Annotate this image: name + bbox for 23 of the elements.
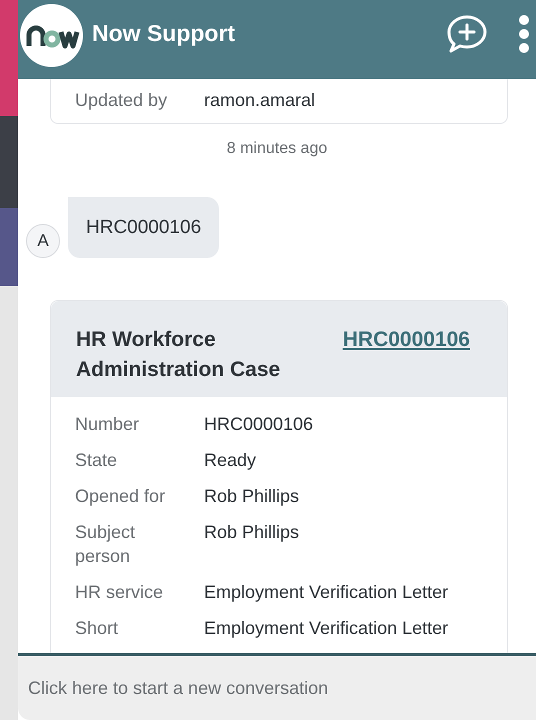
field-value: Rob Phillips — [204, 485, 300, 508]
field-label: Updated by — [75, 89, 168, 112]
avatar: A — [26, 224, 60, 258]
field-label: State — [75, 449, 118, 472]
field-value: Rob Phillips — [204, 521, 300, 544]
field-label: Subject person — [75, 521, 136, 568]
card-title: HR Workforce Administration Case — [76, 327, 282, 383]
message-bubble: HRC0000106 — [68, 197, 220, 258]
menu-icon[interactable] — [518, 14, 530, 54]
field-value: ramon.amaral — [204, 89, 316, 112]
field-label: Number — [75, 413, 140, 436]
app-title: Now Support — [92, 20, 236, 47]
field-value: Employment Verification Letter — [204, 581, 450, 604]
new-chat-icon[interactable] — [446, 14, 488, 52]
field-label: HR service — [75, 581, 164, 604]
field-value: Ready — [204, 449, 258, 472]
field-value: Employment Verification Letter — [204, 617, 450, 640]
message-input[interactable]: Click here to start a new conversation — [18, 653, 536, 720]
field-value: HRC0000106 — [204, 413, 314, 436]
field-label: Short — [75, 617, 120, 640]
timestamp: 8 minutes ago — [226, 139, 328, 159]
field-label: Opened for — [75, 485, 166, 508]
record-link[interactable]: HRC0000106 — [342, 325, 470, 355]
